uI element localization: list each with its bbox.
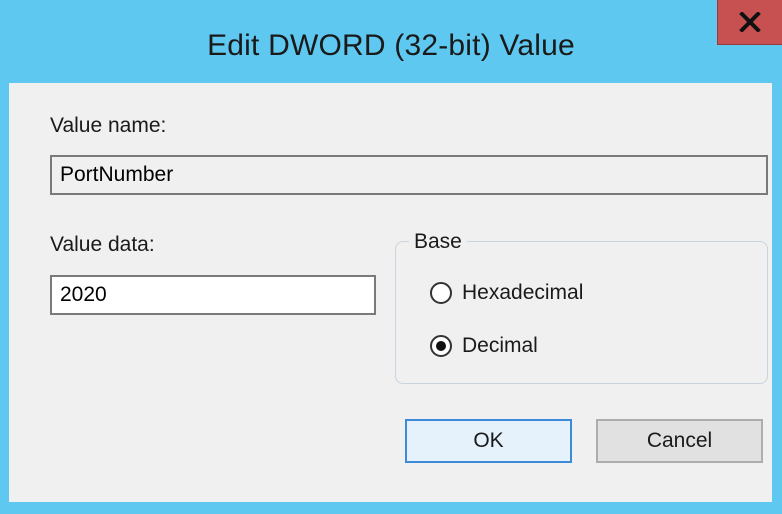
value-data-label: Value data: bbox=[50, 233, 155, 256]
cancel-button[interactable]: Cancel bbox=[596, 419, 763, 463]
base-legend: Base bbox=[409, 229, 467, 255]
radio-decimal-circle[interactable] bbox=[430, 335, 452, 357]
radio-decimal[interactable]: Decimal bbox=[430, 332, 630, 362]
radio-hexadecimal-circle[interactable] bbox=[430, 282, 452, 304]
radio-decimal-label: Decimal bbox=[462, 334, 538, 357]
ok-button[interactable]: OK bbox=[405, 419, 572, 463]
value-name-label: Value name: bbox=[50, 114, 167, 137]
base-groupbox bbox=[395, 241, 768, 384]
close-button[interactable] bbox=[717, 0, 782, 45]
close-icon bbox=[739, 12, 761, 32]
radio-selected-dot bbox=[436, 341, 446, 351]
radio-hexadecimal-label: Hexadecimal bbox=[462, 281, 584, 304]
title-bar[interactable]: Edit DWORD (32-bit) Value bbox=[0, 0, 782, 83]
dialog-client-area: Value name: PortNumber Value data: 2020 … bbox=[9, 83, 772, 502]
value-name-field[interactable]: PortNumber bbox=[50, 155, 768, 195]
dialog-title: Edit DWORD (32-bit) Value bbox=[207, 29, 575, 62]
radio-hexadecimal[interactable]: Hexadecimal bbox=[430, 279, 630, 309]
edit-dword-dialog: Edit DWORD (32-bit) Value Value name: Po… bbox=[0, 0, 782, 514]
value-data-field[interactable]: 2020 bbox=[50, 275, 376, 315]
